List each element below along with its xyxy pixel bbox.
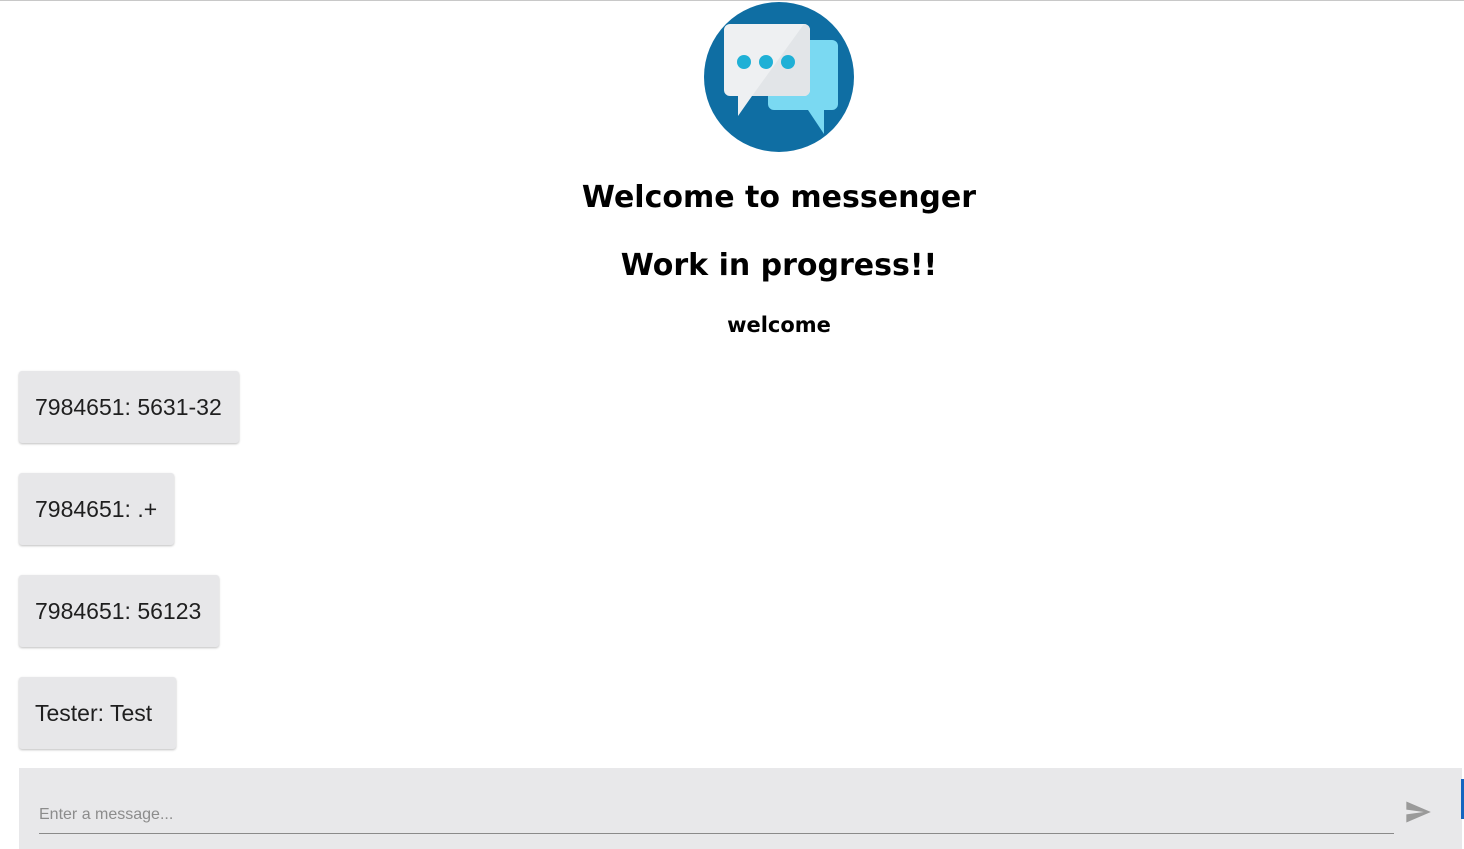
message-item: 7984651: 56123 [19,575,219,647]
message-item: 7984651: 5631-32 [19,371,239,443]
message-input[interactable] [39,796,1394,834]
page-subtitle: Work in progress!! [620,248,938,283]
top-divider [0,0,1464,1]
chat-bubbles-icon [704,2,854,152]
send-icon[interactable] [1404,798,1432,826]
greeting-text: welcome [727,313,831,337]
message-item: 7984651: .+ [19,473,174,545]
message-composer [19,768,1462,849]
message-item: Tester: Test [19,677,176,749]
page-title: Welcome to messenger [581,180,977,215]
